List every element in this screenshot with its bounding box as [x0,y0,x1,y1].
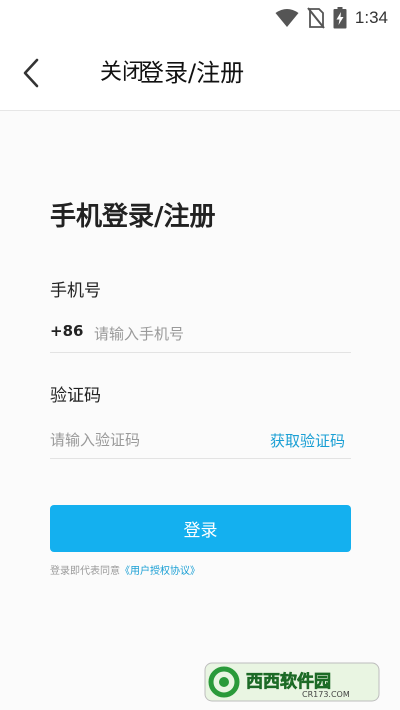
agreement-text: 登录即代表同意《用户授权协议》 [50,562,200,577]
page-heading: 手机登录/注册 [50,202,216,232]
code-label: 验证码 [50,386,101,406]
phone-label: 手机号 [50,281,101,301]
nav-title: 登录/注册 [140,59,245,87]
status-icons: 1:34 [275,6,388,30]
wifi-icon [275,9,299,27]
phone-row: +86 [50,314,351,353]
code-row: 获取验证码 [50,420,351,459]
status-bar: 1:34 [0,0,400,36]
login-button[interactable]: 登录 [50,505,351,552]
get-code-button[interactable]: 获取验证码 [270,430,345,451]
country-code[interactable]: +86 [50,322,83,340]
back-button[interactable] [14,54,48,92]
status-time: 1:34 [354,8,388,27]
nav-bar: 关闭 登录/注册 [0,36,400,111]
verification-code-input[interactable] [50,428,250,452]
agreement-link[interactable]: 《用户授权协议》 [120,566,200,577]
watermark-logo: 西西软件园 CR173.COM [204,662,380,702]
battery-charging-icon [333,7,347,29]
svg-text:西西软件园: 西西软件园 [246,671,331,692]
phone-input[interactable] [94,322,344,346]
svg-text:CR173.COM: CR173.COM [302,690,350,699]
chevron-left-icon [23,58,39,88]
agreement-prefix: 登录即代表同意 [50,566,120,577]
close-link[interactable]: 关闭 [100,56,144,90]
no-sim-icon [307,7,325,29]
